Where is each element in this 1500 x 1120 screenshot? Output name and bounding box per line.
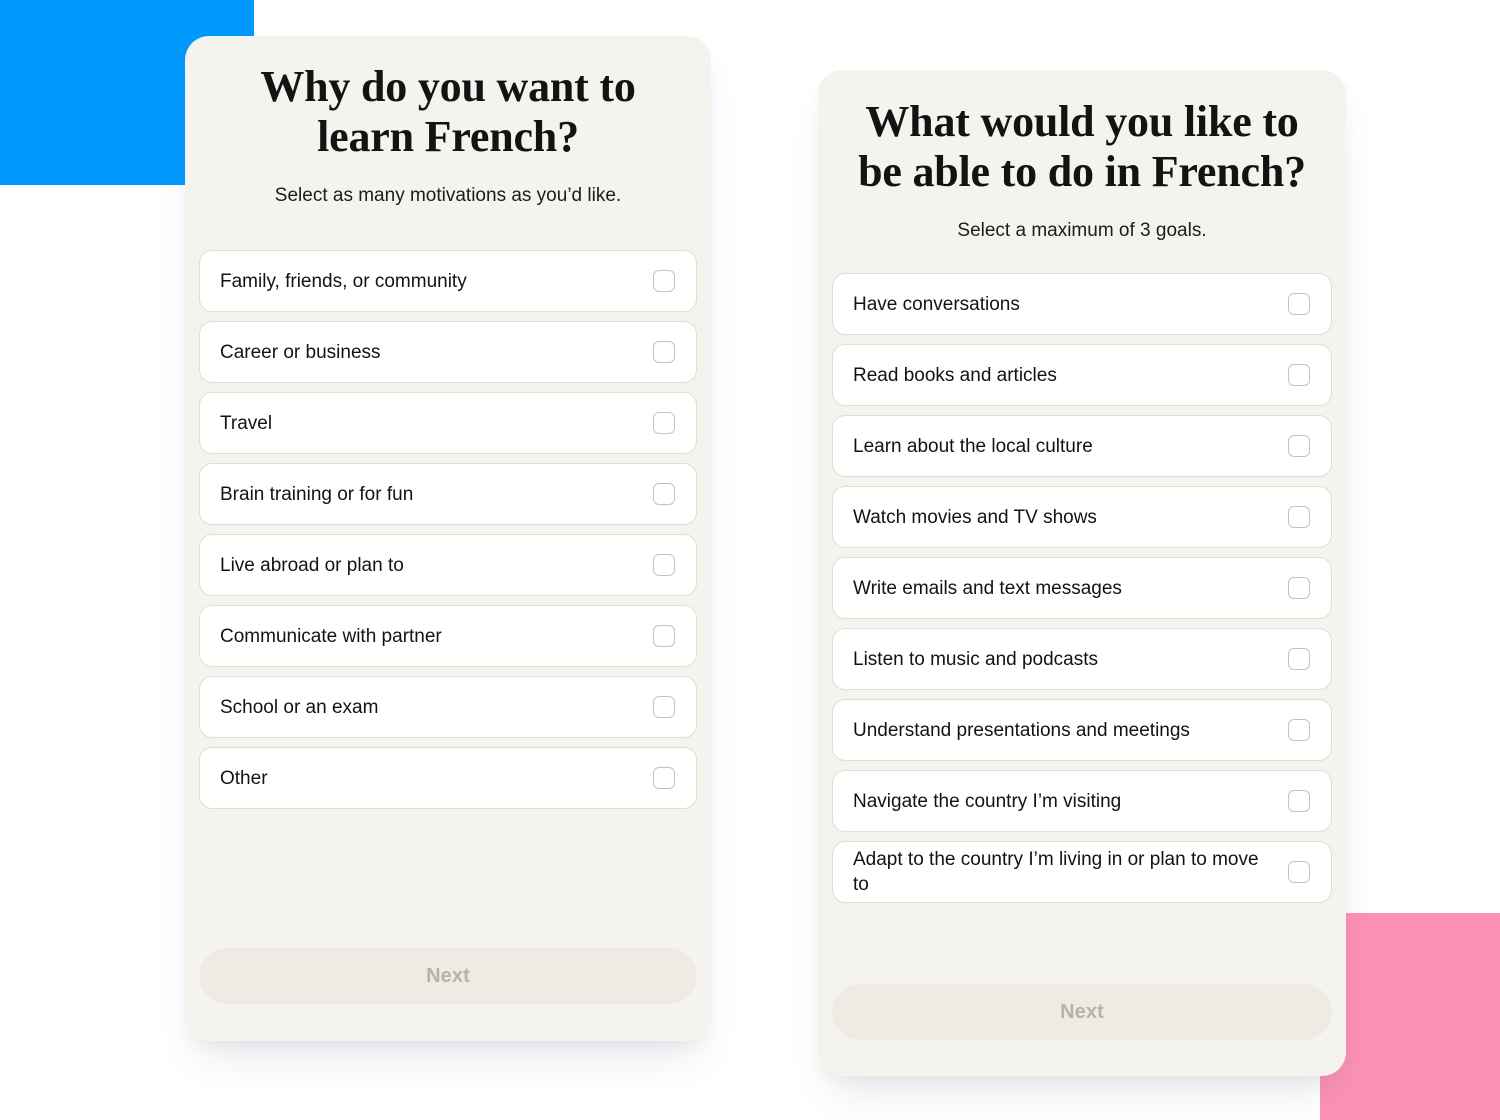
motivation-option-list: Family, friends, or community Career or b… [199, 250, 697, 948]
page-subtitle: Select a maximum of 3 goals. [957, 220, 1207, 241]
option-label: Family, friends, or community [220, 270, 467, 292]
option-row[interactable]: Career or business [199, 321, 697, 383]
checkbox-unchecked-icon[interactable] [1288, 861, 1310, 883]
onboarding-card-motivations: Why do you want to learn French? Select … [185, 36, 711, 1041]
option-row[interactable]: Have conversations [832, 273, 1332, 335]
option-label: Other [220, 767, 268, 789]
option-row[interactable]: Navigate the country I’m visiting [832, 770, 1332, 832]
option-row[interactable]: Learn about the local culture [832, 415, 1332, 477]
option-row[interactable]: Adapt to the country I’m living in or pl… [832, 841, 1332, 903]
option-label: Write emails and text messages [853, 577, 1122, 599]
option-label: Brain training or for fun [220, 483, 414, 505]
checkbox-unchecked-icon[interactable] [1288, 577, 1310, 599]
option-row[interactable]: Listen to music and podcasts [832, 628, 1332, 690]
page-title: Why do you want to learn French? [260, 62, 636, 161]
option-row[interactable]: Understand presentations and meetings [832, 699, 1332, 761]
checkbox-unchecked-icon[interactable] [1288, 435, 1310, 457]
page-subtitle: Select as many motivations as you’d like… [274, 185, 622, 206]
option-row[interactable]: Write emails and text messages [832, 557, 1332, 619]
option-row[interactable]: Live abroad or plan to [199, 534, 697, 596]
option-label: Navigate the country I’m visiting [853, 790, 1122, 812]
option-row[interactable]: Other [199, 747, 697, 809]
checkbox-unchecked-icon[interactable] [1288, 293, 1310, 315]
checkbox-unchecked-icon[interactable] [1288, 790, 1310, 812]
option-row[interactable]: Family, friends, or community [199, 250, 697, 312]
option-label: Understand presentations and meetings [853, 719, 1190, 741]
goal-option-list: Have conversations Read books and article… [832, 273, 1332, 984]
onboarding-card-goals: What would you like to be able to do in … [818, 70, 1346, 1076]
checkbox-unchecked-icon[interactable] [653, 554, 675, 576]
page-title: What would you like to be able to do in … [858, 97, 1306, 196]
checkbox-unchecked-icon[interactable] [653, 270, 675, 292]
next-button[interactable]: Next [199, 948, 697, 1004]
option-label: Career or business [220, 341, 381, 363]
option-label: Adapt to the country I’m living in or pl… [853, 849, 1259, 895]
checkbox-unchecked-icon[interactable] [653, 767, 675, 789]
option-row[interactable]: School or an exam [199, 676, 697, 738]
option-label: Read books and articles [853, 364, 1057, 386]
next-button[interactable]: Next [832, 984, 1332, 1040]
option-label: School or an exam [220, 696, 379, 718]
option-label: Watch movies and TV shows [853, 506, 1097, 528]
option-row[interactable]: Brain training or for fun [199, 463, 697, 525]
option-row[interactable]: Travel [199, 392, 697, 454]
option-row[interactable]: Read books and articles [832, 344, 1332, 406]
option-row[interactable]: Watch movies and TV shows [832, 486, 1332, 548]
checkbox-unchecked-icon[interactable] [1288, 719, 1310, 741]
option-label: Have conversations [853, 293, 1020, 315]
checkbox-unchecked-icon[interactable] [653, 341, 675, 363]
option-row[interactable]: Communicate with partner [199, 605, 697, 667]
checkbox-unchecked-icon[interactable] [653, 696, 675, 718]
checkbox-unchecked-icon[interactable] [1288, 364, 1310, 386]
option-label: Communicate with partner [220, 625, 442, 647]
option-label: Travel [220, 412, 273, 434]
card-footer: Next [199, 948, 697, 1041]
checkbox-unchecked-icon[interactable] [653, 625, 675, 647]
option-label: Live abroad or plan to [220, 554, 404, 576]
checkbox-unchecked-icon[interactable] [653, 412, 675, 434]
card-footer: Next [832, 984, 1332, 1076]
option-label: Learn about the local culture [853, 435, 1093, 457]
decorative-pink-square [1320, 913, 1500, 1120]
checkbox-unchecked-icon[interactable] [1288, 506, 1310, 528]
checkbox-unchecked-icon[interactable] [653, 483, 675, 505]
option-label: Listen to music and podcasts [853, 648, 1099, 670]
checkbox-unchecked-icon[interactable] [1288, 648, 1310, 670]
